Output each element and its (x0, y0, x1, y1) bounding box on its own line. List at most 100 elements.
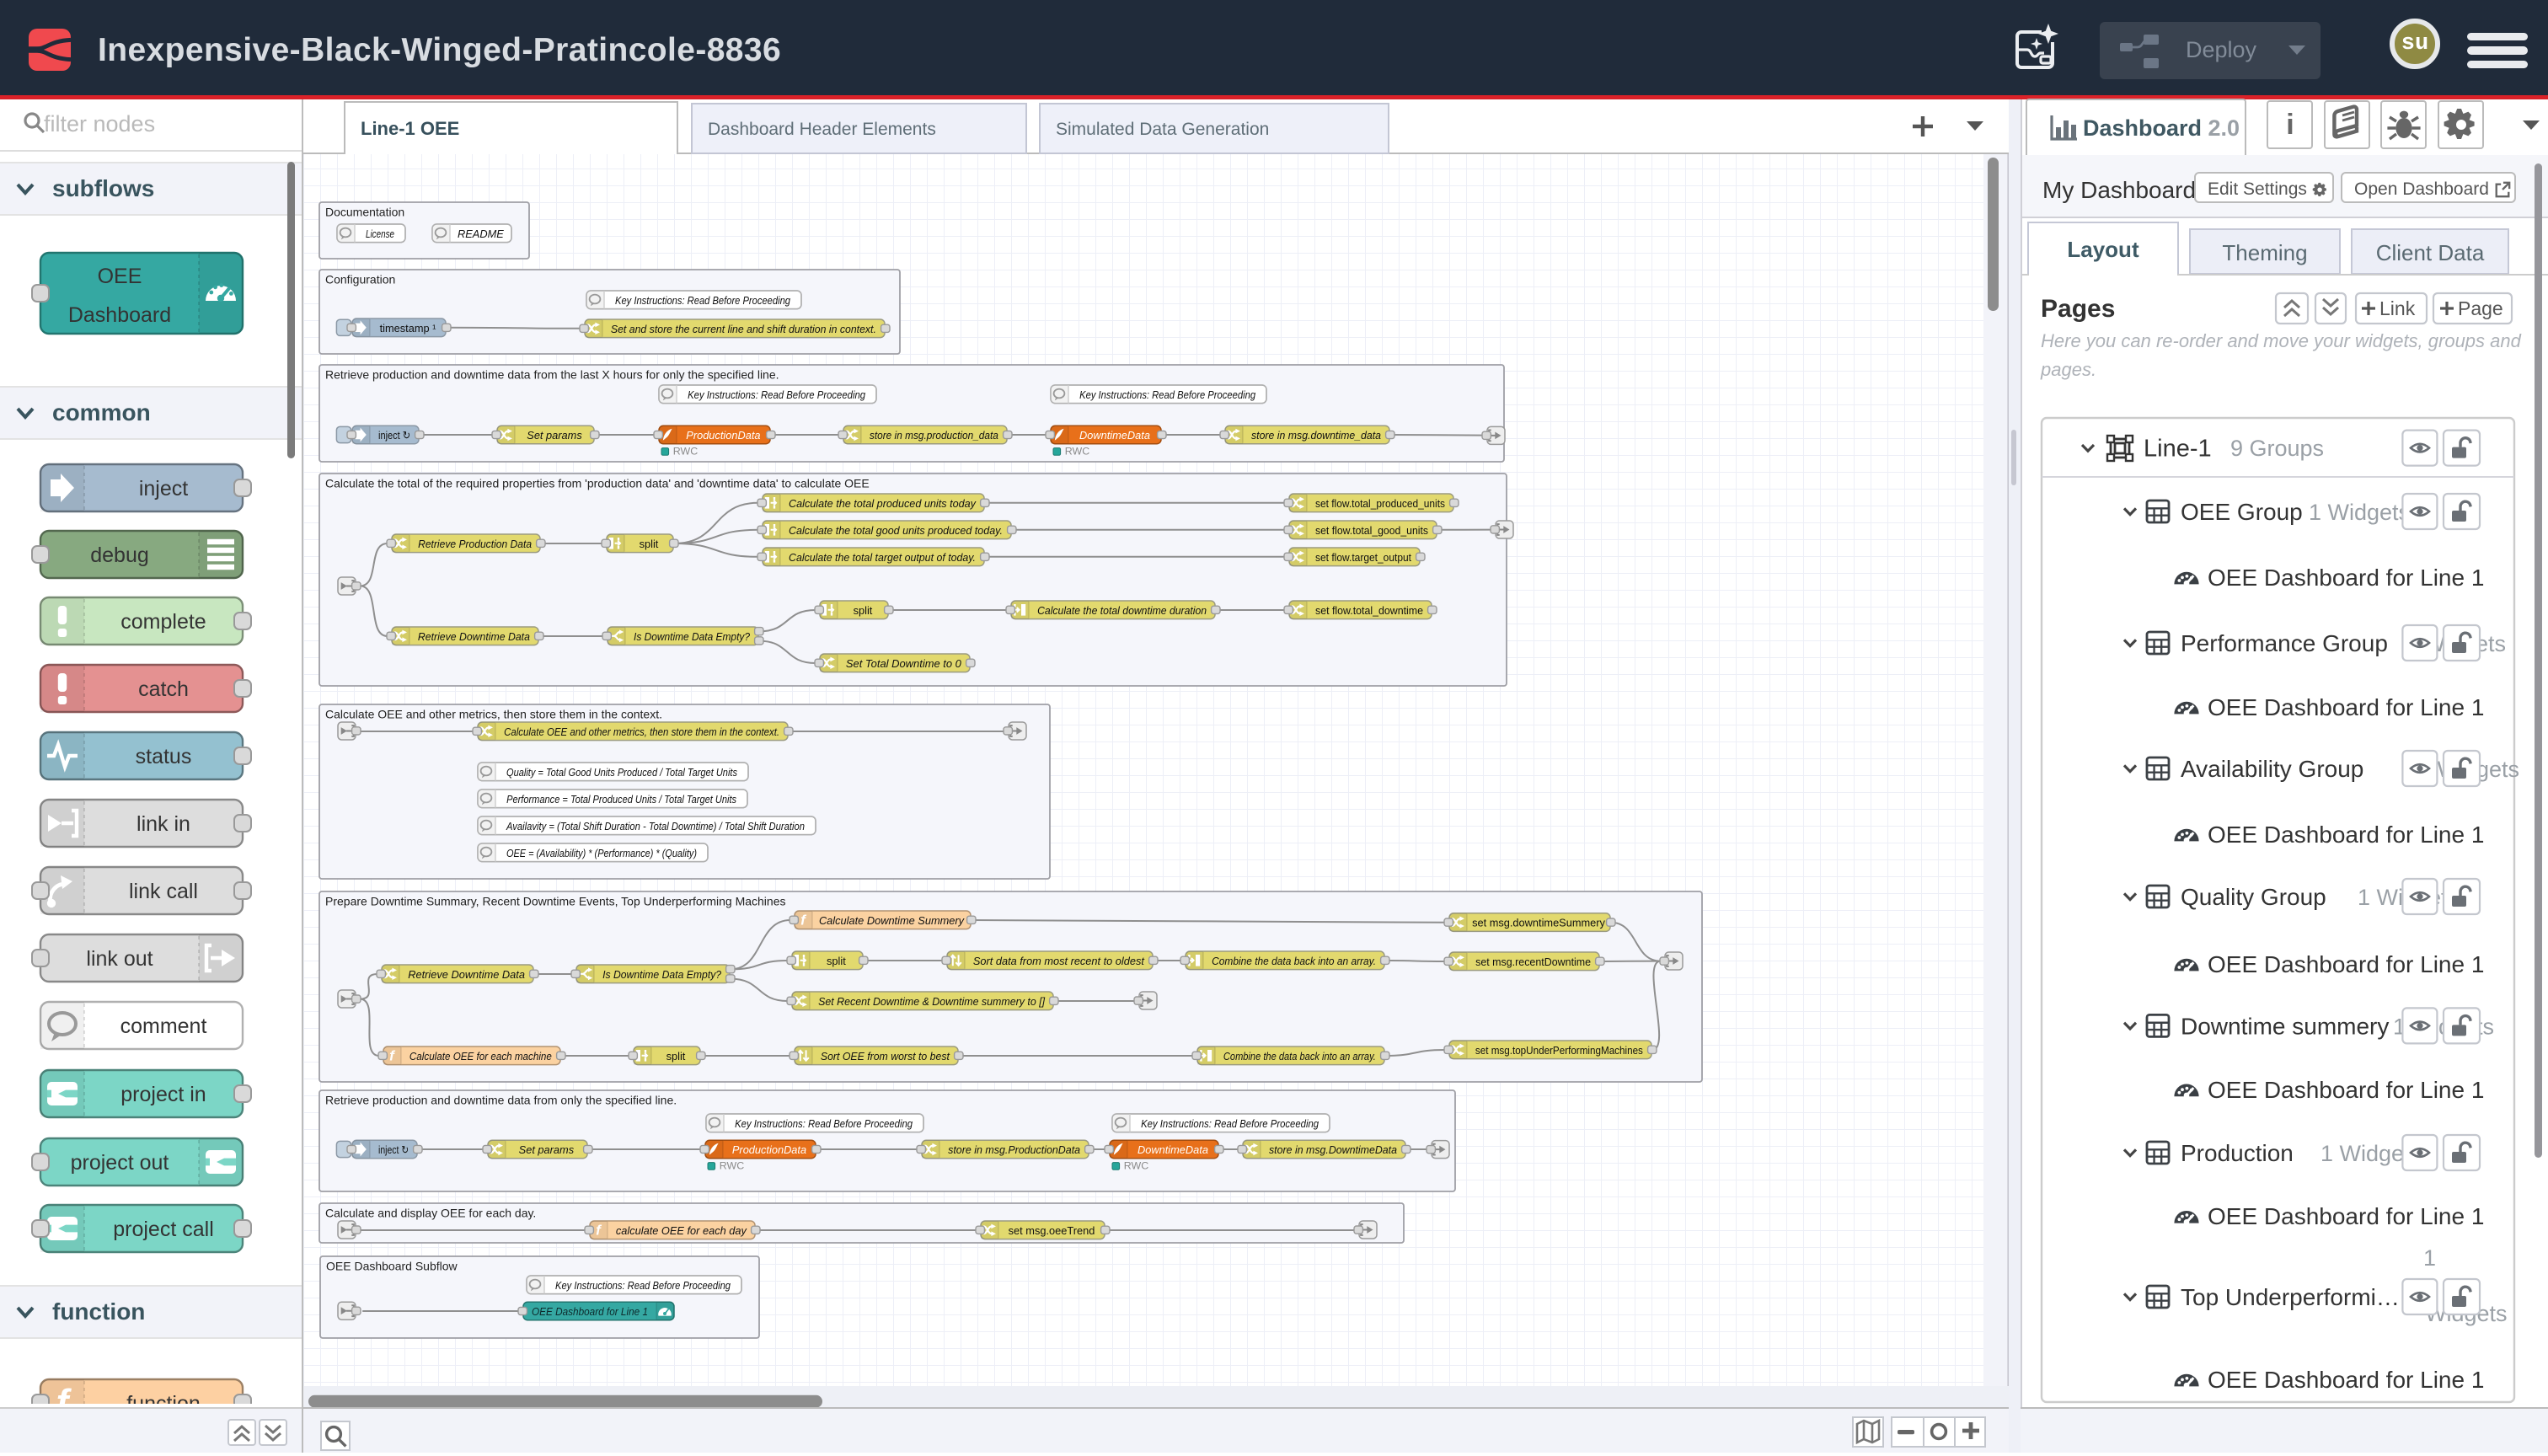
svg-text:catch: catch (138, 677, 189, 701)
svg-text:set flow.total_downtime: set flow.total_downtime (1315, 604, 1423, 617)
svg-text:Retrieve production and downti: Retrieve production and downtime data fr… (325, 1094, 677, 1107)
svg-text:Is Downtime Data Empty?: Is Downtime Data Empty? (602, 968, 722, 981)
svg-text:Performance = Total Produced U: Performance = Total Produced Units / Tot… (506, 793, 737, 806)
svg-text:9 Groups: 9 Groups (2230, 436, 2324, 461)
svg-text:Key Instructions: Read Before: Key Instructions: Read Before Proceeding (1079, 388, 1255, 401)
svg-text:OEE Dashboard for Line 1: OEE Dashboard for Line 1 (2208, 565, 2484, 591)
svg-text:store in msg.ProductionData: store in msg.ProductionData (948, 1143, 1080, 1156)
svg-text:Set Recent Downtime & Downtime: Set Recent Downtime & Downtime summery t… (818, 995, 1045, 1008)
svg-text:OEE Dashboard for Line 1: OEE Dashboard for Line 1 (2208, 1367, 2484, 1393)
svg-text:OEE Dashboard for Line 1: OEE Dashboard for Line 1 (2208, 694, 2484, 720)
svg-text:inject: inject (139, 477, 188, 500)
svg-text:Calculate and display OEE for: Calculate and display OEE for each day. (325, 1207, 536, 1220)
svg-text:OEE Group: OEE Group (2181, 499, 2303, 525)
svg-text:split: split (854, 604, 873, 617)
svg-text:Calculate the total of the req: Calculate the total of the required prop… (325, 477, 870, 490)
svg-text:OEE: OEE (98, 265, 142, 288)
svg-text:OEE = (Availability) * (Perfor: OEE = (Availability) * (Performance) * (… (506, 847, 697, 859)
svg-text:OEE Dashboard for Line 1: OEE Dashboard for Line 1 (2208, 1203, 2484, 1229)
svg-text:inject ↻: inject ↻ (378, 429, 410, 442)
svg-text:complete: complete (120, 610, 206, 634)
svg-text:Configuration: Configuration (325, 273, 395, 286)
svg-text:Downtime summery: Downtime summery (2181, 1013, 2389, 1039)
svg-text:DowntimeData: DowntimeData (1138, 1143, 1208, 1156)
svg-text:set flow.total_good_units: set flow.total_good_units (1315, 524, 1428, 537)
svg-text:pages.: pages. (2040, 359, 2096, 380)
svg-text:Sort OEE from worst to best: Sort OEE from worst to best (821, 1050, 950, 1063)
svg-text:Calculate the total good units: Calculate the total good units produced … (789, 524, 1003, 537)
svg-text:set msg.oeeTrend: set msg.oeeTrend (1009, 1224, 1095, 1237)
svg-text:store in msg.production_data: store in msg.production_data (870, 429, 998, 442)
svg-text:OEE Dashboard Subflow: OEE Dashboard Subflow (326, 1260, 458, 1273)
svg-text:set flow.target_output: set flow.target_output (1315, 551, 1411, 564)
svg-text:Key Instructions: Read Before: Key Instructions: Read Before Proceeding (1141, 1117, 1319, 1130)
svg-text:Here you can re-order and move: Here you can re-order and move your widg… (2041, 330, 2522, 351)
svg-text:ProductionData: ProductionData (686, 429, 760, 442)
svg-text:status: status (136, 745, 192, 768)
svg-text:store in msg.DowntimeData: store in msg.DowntimeData (1269, 1143, 1397, 1156)
svg-text:Quality Group: Quality Group (2181, 884, 2326, 910)
svg-text:Dashboard: Dashboard (68, 303, 171, 327)
svg-text:Combine the data back into an: Combine the data back into an array. (1223, 1050, 1376, 1063)
svg-text:timestamp ¹: timestamp ¹ (380, 322, 436, 335)
svg-text:Production: Production (2181, 1140, 2294, 1166)
svg-text:1: 1 (2423, 1245, 2436, 1271)
svg-text:Sort data from most recent to: Sort data from most recent to oldest (973, 955, 1144, 967)
svg-text:link in: link in (136, 812, 190, 836)
svg-text:Retrieve production and downti: Retrieve production and downtime data fr… (325, 368, 779, 382)
svg-text:Pages: Pages (2041, 295, 2115, 323)
svg-text:Retrieve Downtime Data: Retrieve Downtime Data (408, 968, 525, 981)
svg-text:OEE Dashboard for Line 1: OEE Dashboard for Line 1 (532, 1305, 648, 1318)
svg-text:set msg.downtimeSummery: set msg.downtimeSummery (1472, 917, 1605, 929)
svg-text:DowntimeData: DowntimeData (1079, 429, 1150, 442)
svg-text:Calculate Downtime Summery: Calculate Downtime Summery (819, 914, 966, 927)
svg-text:Retrieve Production Data: Retrieve Production Data (418, 538, 532, 550)
svg-text:Retrieve Downtime Data: Retrieve Downtime Data (418, 630, 530, 643)
svg-text:Set and store the current line: Set and store the current line and shift… (611, 323, 876, 335)
svg-text:link call: link call (129, 880, 198, 903)
svg-text:1 Widgets: 1 Widgets (2309, 500, 2410, 525)
svg-text:Set Total Downtime to 0: Set Total Downtime to 0 (846, 657, 962, 670)
svg-text:RWC: RWC (720, 1160, 744, 1172)
svg-text:Link: Link (2379, 297, 2416, 319)
svg-text:Availability Group: Availability Group (2181, 756, 2363, 782)
svg-text:Page: Page (2458, 297, 2503, 319)
svg-text:Is Downtime Data Empty?: Is Downtime Data Empty? (634, 630, 751, 643)
svg-text:link out: link out (86, 947, 153, 971)
svg-text:set msg.topUnderPerformingMach: set msg.topUnderPerformingMachines (1475, 1044, 1643, 1057)
svg-text:Calculate the total downtime d: Calculate the total downtime duration (1037, 604, 1207, 617)
svg-text:split: split (827, 955, 846, 967)
svg-text:RWC: RWC (1124, 1160, 1148, 1172)
svg-text:debug: debug (90, 543, 149, 567)
svg-text:project in: project in (120, 1083, 206, 1106)
svg-text:project call: project call (113, 1218, 214, 1241)
svg-text:inject ↻: inject ↻ (378, 1143, 409, 1156)
svg-text:Quality = Total Good Units Pro: Quality = Total Good Units Produced / To… (506, 766, 738, 779)
svg-text:Calculate OEE for each machine: Calculate OEE for each machine (410, 1050, 552, 1063)
svg-text:Calculate the total produced u: Calculate the total produced units today (789, 497, 977, 510)
svg-text:set msg.recentDowntime: set msg.recentDowntime (1475, 956, 1591, 968)
svg-text:store in msg.downtime_data: store in msg.downtime_data (1251, 429, 1381, 442)
svg-text:Documentation: Documentation (325, 206, 404, 219)
svg-text:Calculate OEE and other metric: Calculate OEE and other metrics, then st… (504, 725, 779, 738)
svg-text:Key Instructions: Read Before: Key Instructions: Read Before Proceeding (555, 1279, 731, 1292)
svg-text:OEE Dashboard for Line 1: OEE Dashboard for Line 1 (2208, 1077, 2484, 1103)
svg-text:Set params: Set params (527, 429, 582, 442)
svg-text:split: split (640, 538, 659, 550)
svg-text:Top Underperformi…: Top Underperformi… (2181, 1284, 2400, 1310)
svg-text:Key Instructions: Read Before: Key Instructions: Read Before Proceeding (735, 1117, 913, 1130)
svg-text:Performance Group: Performance Group (2181, 630, 2388, 656)
svg-text:split: split (666, 1050, 686, 1063)
svg-text:Calculate the total target out: Calculate the total target output of tod… (789, 551, 976, 564)
svg-text:RWC: RWC (673, 446, 698, 458)
svg-text:project out: project out (71, 1151, 169, 1175)
svg-text:set flow.total_produced_units: set flow.total_produced_units (1315, 497, 1445, 510)
svg-text:Set params: Set params (519, 1143, 575, 1156)
svg-text:ProductionData: ProductionData (732, 1143, 806, 1156)
svg-text:function: function (126, 1392, 201, 1404)
svg-text:Line-1: Line-1 (2144, 436, 2212, 463)
svg-text:Key Instructions: Read Before: Key Instructions: Read Before Proceeding (688, 388, 865, 401)
svg-text:License: License (366, 228, 394, 240)
svg-text:Key Instructions: Read Before: Key Instructions: Read Before Proceeding (615, 294, 790, 307)
svg-text:OEE Dashboard for Line 1: OEE Dashboard for Line 1 (2208, 822, 2484, 848)
